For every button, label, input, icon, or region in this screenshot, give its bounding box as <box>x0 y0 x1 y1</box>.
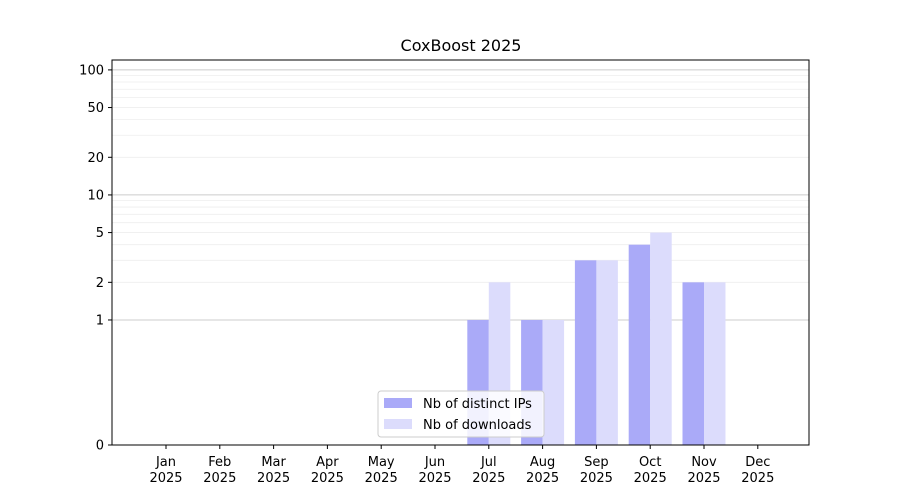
x-tick-label: Dec <box>745 455 770 470</box>
x-tick-label-year: 2025 <box>311 471 344 486</box>
x-tick-label-year: 2025 <box>149 471 182 486</box>
x-tick-label-year: 2025 <box>634 471 667 486</box>
x-tick-label-year: 2025 <box>365 471 398 486</box>
y-axis-ticks: 0 1 2 5 10 20 50 100 <box>79 63 112 454</box>
chart-title: CoxBoost 2025 <box>401 36 522 55</box>
x-tick-label-year: 2025 <box>203 471 236 486</box>
y-tick-label: 0 <box>96 439 104 454</box>
bar <box>542 319 565 445</box>
x-tick-label-year: 2025 <box>741 471 774 486</box>
x-tick-label-year: 2025 <box>580 471 613 486</box>
legend-label: Nb of downloads <box>423 418 532 433</box>
y-tick-label: 10 <box>87 188 104 203</box>
bar <box>682 282 704 445</box>
x-tick-label: Nov <box>691 455 717 470</box>
x-tick-label: Jul <box>480 455 497 470</box>
legend: Nb of distinct IPs Nb of downloads <box>377 390 545 438</box>
y-tick-label: 1 <box>96 313 104 328</box>
x-tick-label-year: 2025 <box>526 471 559 486</box>
chart: CoxBoost 2025 0125102050100 Jan2025Feb20… <box>79 36 810 486</box>
x-tick-label: Aug <box>530 455 555 470</box>
x-tick-label: Mar <box>261 455 286 470</box>
y-tick-label: 50 <box>87 101 104 116</box>
legend-swatch <box>384 419 412 429</box>
y-tick-label: 2 <box>96 276 104 291</box>
bar <box>596 260 618 445</box>
bar <box>650 232 672 445</box>
x-tick-label-year: 2025 <box>472 471 505 486</box>
x-tick-label: Jun <box>424 455 445 470</box>
x-tick-label: Feb <box>208 455 231 470</box>
legend-label: Nb of distinct IPs <box>423 397 532 412</box>
y-tick-label: 5 <box>96 226 104 241</box>
x-tick-label-year: 2025 <box>687 471 720 486</box>
x-tick-label-year: 2025 <box>257 471 290 486</box>
bar <box>574 260 597 445</box>
bar <box>704 282 726 445</box>
x-tick-label: Apr <box>316 455 339 470</box>
x-tick-label: Oct <box>639 455 661 470</box>
x-tick-label: Sep <box>584 455 609 470</box>
y-tick-label: 100 <box>79 63 104 78</box>
x-axis-ticks: Jan2025Feb2025Mar2025Apr2025May2025Jun20… <box>149 445 774 486</box>
y-tick-label: 20 <box>87 151 104 166</box>
legend-swatch <box>384 398 412 408</box>
x-tick-label: May <box>368 455 395 470</box>
x-tick-label-year: 2025 <box>418 471 451 486</box>
x-tick-label: Jan <box>155 455 176 470</box>
bar <box>628 244 651 445</box>
